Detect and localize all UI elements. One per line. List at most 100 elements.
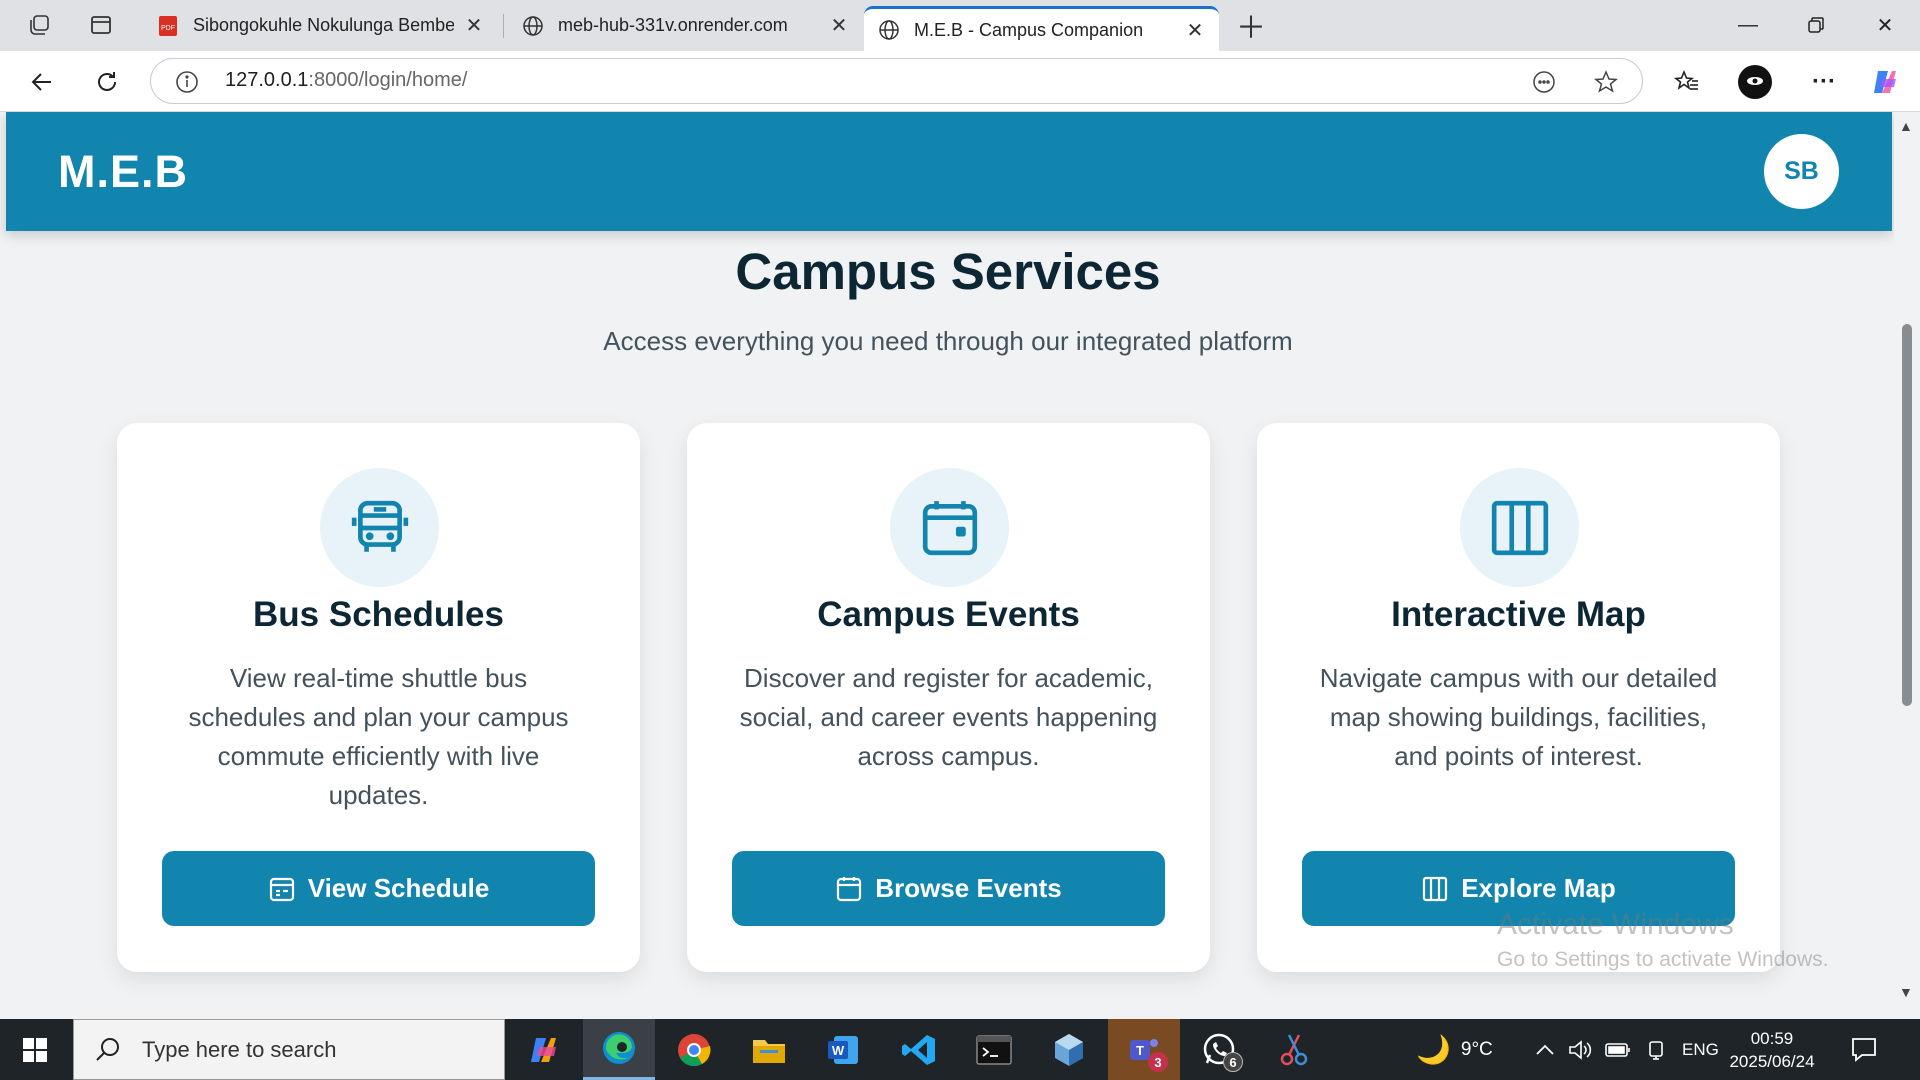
brand-logo[interactable]: M.E.B [58,146,188,198]
weather-temp: 9°C [1460,1038,1493,1060]
section-subtitle: Access everything you need through our i… [603,326,1293,356]
close-icon[interactable]: ✕ [464,13,484,38]
address-toolbar: 127.0.0.1:8000/login/home/ ··· [0,51,1920,112]
virtualbox-app-icon[interactable] [1033,1019,1105,1080]
view-schedule-button[interactable]: View Schedule [162,851,595,926]
tab-title: M.E.B - Campus Companion [914,19,1144,40]
card-title: Bus Schedules [253,595,504,634]
browse-events-button[interactable]: Browse Events [732,851,1165,926]
language-indicator[interactable]: ENG [1682,1019,1719,1080]
whatsapp-notification-badge: 6 [1223,1052,1243,1072]
windows-start-icon[interactable] [0,1019,70,1080]
url-text[interactable]: 127.0.0.1:8000/login/home/ [225,69,467,92]
back-icon[interactable] [25,65,59,99]
word-app-icon[interactable]: W [808,1019,880,1080]
terminal-app-icon[interactable] [958,1019,1030,1080]
globe-icon [878,19,900,41]
card-title: Campus Events [817,595,1080,634]
scroll-down-icon[interactable]: ▼ [1899,984,1913,1000]
new-tab-icon[interactable]: ＋ [1236,12,1266,45]
calendar-icon [835,875,863,903]
page-content: M.E.B SB Campus Services Access everythi… [0,112,1920,1019]
tab-title: meb-hub-331v.onrender.com [558,15,788,35]
user-avatar[interactable]: SB [1764,134,1839,209]
globe-icon [522,15,544,37]
map-icon [1460,468,1579,587]
svg-text:T: T [1136,1043,1144,1058]
notifications-icon[interactable] [1850,1035,1880,1065]
clock-date: 2025/06/24 [1729,1052,1815,1071]
reading-mode-icon[interactable] [1531,69,1557,95]
profile-avatar-icon[interactable] [1738,65,1772,99]
url-host: 127.0.0.1 [225,69,309,91]
calendar-icon [890,468,1009,587]
site-info-icon[interactable] [175,70,199,94]
card-description: Discover and register for academic, soci… [739,663,1158,771]
card-description: Navigate campus with our detailed map sh… [1319,663,1718,771]
weather-widget[interactable]: 🌙 9°C [1416,1019,1493,1080]
button-label: View Schedule [307,873,490,903]
browser-tab-bar: PDF Sibongokuhle Nokulunga Bembe ✕ meb-h… [0,0,1920,51]
close-icon[interactable]: ✕ [829,13,849,38]
workspaces-icon[interactable] [24,12,54,38]
calendar-week-icon [268,875,296,903]
taskbar-search[interactable]: Type here to search [73,1019,505,1080]
svg-text:PDF: PDF [161,25,175,32]
tab-pdf[interactable]: PDF Sibongokuhle Nokulunga Bembe ✕ [143,7,498,44]
map-icon [1421,875,1449,903]
copilot-icon[interactable] [1868,65,1902,99]
section-title: Campus Services [735,243,1161,300]
chrome-app-icon[interactable] [658,1019,730,1080]
clock-time: 00:59 [1750,1029,1794,1048]
whatsapp-app-icon[interactable]: 6 [1183,1019,1255,1080]
pdf-icon: PDF [157,15,179,37]
scrollbar-thumb[interactable] [1902,324,1912,706]
tab-campus-companion[interactable]: M.E.B - Campus Companion ✕ [864,6,1219,51]
vscode-app-icon[interactable] [883,1019,955,1080]
activate-windows-watermark: Activate Windows Go to Settings to activ… [1497,908,1829,972]
page-scrollbar[interactable]: ▲ ▼ [1894,112,1920,1019]
favorite-star-icon[interactable] [1593,69,1619,95]
tab-title: Sibongokuhle Nokulunga Bembe [193,15,454,35]
app-header: M.E.B SB [6,112,1892,231]
tab-separator [503,14,504,38]
edge-app-icon[interactable] [583,1019,655,1080]
battery-icon[interactable] [1605,1019,1631,1080]
service-card-bus: Bus Schedules View real-time shuttle bus… [117,423,640,972]
url-path: :8000/login/home/ [308,69,468,91]
teams-app-icon[interactable]: T 3 [1108,1019,1180,1080]
scroll-up-icon[interactable]: ▲ [1899,118,1913,134]
search-placeholder: Type here to search [142,1036,337,1062]
svg-text:W: W [832,1043,845,1058]
windows-taskbar: Type here to search W T 3 6 🌙 9°C ENG 00… [0,1019,1920,1080]
minimize-icon[interactable]: — [1723,8,1773,42]
service-card-events: Campus Events Discover and register for … [687,423,1210,972]
system-clock[interactable]: 00:59 2025/06/24 [1722,1027,1822,1073]
button-label: Browse Events [875,873,1062,903]
watermark-title: Activate Windows [1497,908,1734,941]
bus-icon [320,468,439,587]
close-window-icon[interactable]: ✕ [1860,8,1910,42]
snipping-tool-icon[interactable] [1258,1019,1330,1080]
favorites-icon[interactable] [1670,65,1704,99]
more-options-icon[interactable]: ··· [1807,65,1841,99]
show-hidden-icons[interactable] [1535,1019,1555,1080]
volume-icon[interactable] [1568,1019,1592,1080]
refresh-icon[interactable] [90,65,124,99]
restore-icon[interactable] [1791,8,1841,42]
file-explorer-icon[interactable] [733,1019,805,1080]
card-title: Interactive Map [1391,595,1646,634]
copilot-app-icon[interactable] [508,1019,580,1080]
address-bar[interactable]: 127.0.0.1:8000/login/home/ [150,58,1643,104]
tab-actions-icon[interactable] [86,12,116,38]
button-label: Explore Map [1461,873,1616,903]
watermark-subtitle: Go to Settings to activate Windows. [1497,948,1829,971]
tab-meb-hub[interactable]: meb-hub-331v.onrender.com ✕ [508,7,863,44]
search-icon [94,1036,122,1064]
network-icon[interactable] [1645,1019,1667,1080]
service-card-map: Interactive Map Navigate campus with our… [1257,423,1780,972]
close-icon[interactable]: ✕ [1185,18,1205,43]
card-description: View real-time shuttle bus schedules and… [188,663,569,810]
moon-icon: 🌙 [1416,1034,1451,1065]
teams-notification-badge: 3 [1148,1052,1168,1072]
